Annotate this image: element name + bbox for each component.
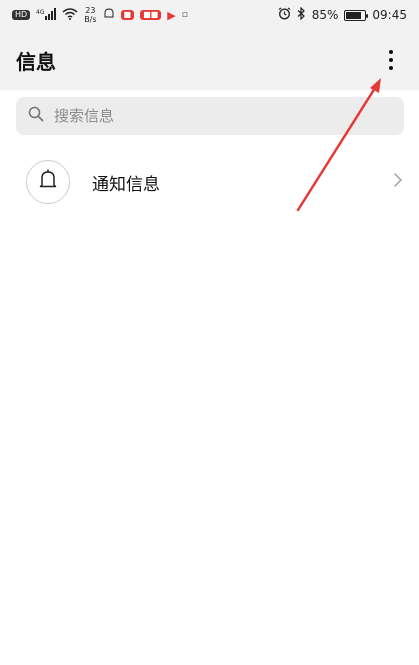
more-dot (389, 50, 393, 54)
app-bar: 信息 (0, 30, 419, 90)
app-notification-icon-2: ■■ (140, 10, 162, 20)
wifi-icon (62, 7, 78, 23)
battery-fill (346, 11, 362, 19)
more-dot (389, 58, 393, 62)
battery-icon (344, 9, 369, 21)
clock-time: 09:45 (372, 8, 407, 22)
list-item-label: 通知信息 (92, 174, 160, 195)
more-options-button[interactable] (379, 44, 403, 76)
net-speed-value: 23 (85, 6, 96, 15)
app-notification-icon: ■ (120, 10, 135, 20)
more-dot (389, 66, 393, 70)
battery-percent: 85% (311, 8, 339, 22)
search-bar[interactable] (16, 97, 404, 135)
bell-outline-icon (103, 7, 115, 23)
status-bar-right: 85% 09:45 (278, 6, 407, 23)
chevron-right-icon (393, 172, 403, 192)
net-speed-unit: B/s (84, 15, 97, 24)
hd-badge: HD (12, 10, 31, 20)
search-input[interactable] (52, 106, 376, 126)
avatar (26, 160, 70, 204)
status-bar: HD 4G 23 B/s ■ ■■ ▶ ▫ 85% 09:45 (0, 0, 419, 30)
signal-type-label: 4G (36, 9, 45, 16)
signal-icon: 4G (36, 7, 57, 23)
status-bar-left: HD 4G 23 B/s ■ ■■ ▶ ▫ (12, 6, 188, 24)
search-icon (28, 106, 44, 126)
video-play-icon: ▶ (167, 8, 176, 22)
app-small-icon: ▫ (181, 10, 188, 20)
list-item-notification-messages[interactable]: 通知信息 (0, 150, 419, 214)
page-title: 信息 (16, 49, 56, 74)
bluetooth-icon (297, 6, 306, 23)
alarm-icon (278, 7, 291, 23)
net-speed: 23 B/s (84, 6, 96, 24)
bell-icon (38, 169, 58, 195)
